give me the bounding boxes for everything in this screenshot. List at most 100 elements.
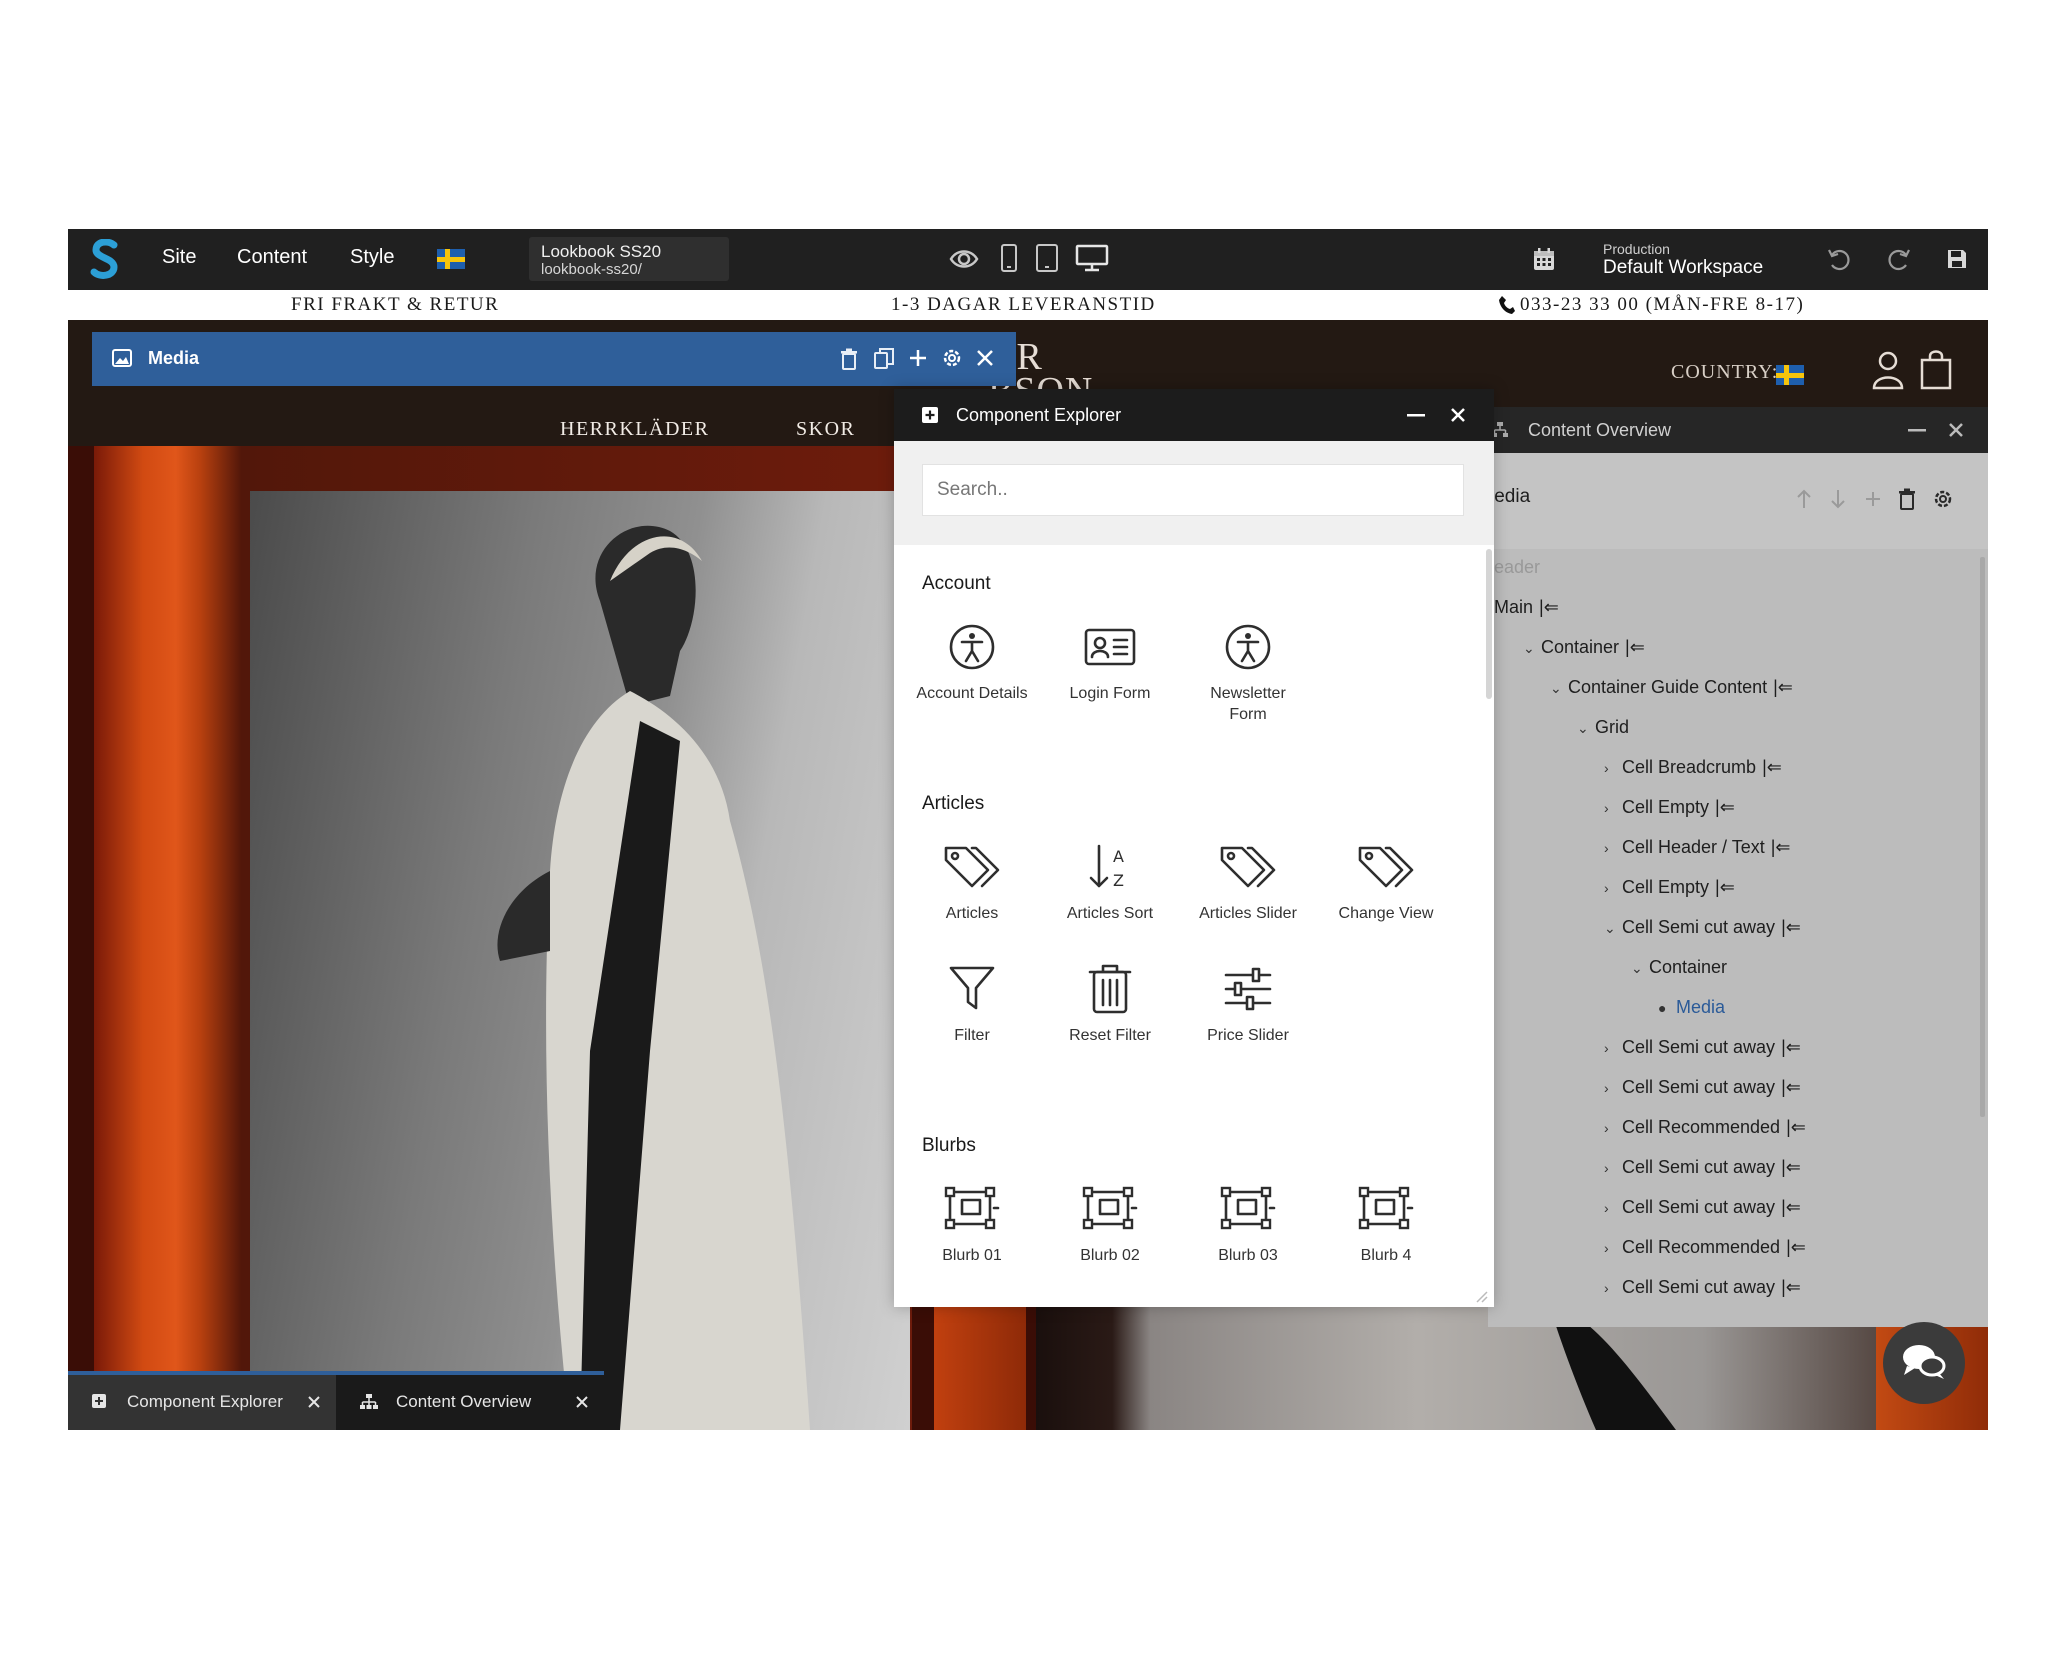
chevron-right-icon[interactable]: › <box>1604 840 1622 856</box>
media-panel-bar[interactable]: Media <box>92 332 1016 386</box>
page-selector[interactable]: Lookbook SS20 lookbook-ss20/ <box>529 237 729 281</box>
insert-into-icon[interactable]: |⇐ <box>1781 917 1801 937</box>
insert-into-icon[interactable]: |⇐ <box>1715 797 1735 817</box>
chevron-right-icon[interactable]: › <box>1604 1240 1622 1256</box>
country-flag-icon[interactable] <box>1776 365 1804 385</box>
chevron-right-icon[interactable]: › <box>1604 880 1622 896</box>
chevron-down-icon[interactable]: ⌄ <box>1550 680 1568 697</box>
tree-node[interactable]: ⌄ Container Guide Content |⇐ <box>1550 677 1793 707</box>
shopping-bag-icon[interactable] <box>1920 348 1952 390</box>
tree-node[interactable]: › Cell Semi cut away |⇐ <box>1604 1197 1801 1227</box>
insert-into-icon[interactable]: |⇐ <box>1786 1117 1806 1137</box>
chevron-right-icon[interactable]: › <box>1604 800 1622 816</box>
minimize-icon[interactable] <box>1407 414 1425 418</box>
close-icon[interactable] <box>576 1396 588 1408</box>
add-icon[interactable] <box>1864 490 1882 508</box>
insert-into-icon[interactable]: |⇐ <box>1762 757 1782 777</box>
component-explorer-header[interactable]: Component Explorer <box>894 389 1494 441</box>
chevron-down-icon[interactable]: ⌄ <box>1523 640 1541 657</box>
insert-into-icon[interactable]: |⇐ <box>1781 1277 1801 1297</box>
delete-icon[interactable] <box>840 348 858 370</box>
settings-gear-icon[interactable] <box>941 347 963 369</box>
tree-node[interactable]: ⌄ Grid <box>1577 717 1629 747</box>
component-item-price-slider[interactable]: Price Slider <box>1182 961 1314 1046</box>
chevron-down-icon[interactable]: ⌄ <box>1631 960 1649 977</box>
tree-node[interactable]: › Cell Empty |⇐ <box>1604 797 1735 827</box>
chevron-right-icon[interactable]: › <box>1604 1120 1622 1136</box>
nav-skor[interactable]: SKOR <box>796 418 855 441</box>
app-logo[interactable] <box>90 239 120 279</box>
tree-node[interactable]: › Cell Semi cut away |⇐ <box>1604 1077 1801 1107</box>
chevron-right-icon[interactable]: › <box>1604 760 1622 776</box>
settings-gear-icon[interactable] <box>1932 488 1954 510</box>
nav-herrklader[interactable]: HERRKLÄDER <box>560 418 709 441</box>
insert-into-icon[interactable]: |⇐ <box>1539 597 1559 617</box>
chevron-down-icon[interactable]: ⌄ <box>1577 720 1595 737</box>
resize-handle-icon[interactable] <box>1474 1289 1488 1303</box>
content-overview-header[interactable]: Content Overview <box>1488 407 1988 453</box>
language-flag-icon[interactable] <box>437 249 465 269</box>
chevron-right-icon[interactable]: › <box>1604 1280 1622 1296</box>
mobile-view-icon[interactable] <box>1000 243 1018 273</box>
tree-node[interactable]: › Cell Semi cut away |⇐ <box>1604 1157 1801 1187</box>
chat-button[interactable] <box>1883 1322 1965 1404</box>
menu-content[interactable]: Content <box>237 246 307 269</box>
component-item-articles[interactable]: Articles <box>906 839 1038 924</box>
tree-scrollbar[interactable] <box>1980 557 1985 1117</box>
component-item-newsletter-form[interactable]: Newsletter Form <box>1182 619 1314 725</box>
tree-node[interactable]: ⌄ Cell Semi cut away |⇐ <box>1604 917 1801 947</box>
close-icon[interactable] <box>308 1396 320 1408</box>
chevron-right-icon[interactable]: › <box>1604 1160 1622 1176</box>
insert-into-icon[interactable]: |⇐ <box>1781 1157 1801 1177</box>
chevron-right-icon[interactable]: › <box>1604 1080 1622 1096</box>
menu-site[interactable]: Site <box>162 246 196 269</box>
insert-into-icon[interactable]: |⇐ <box>1625 637 1645 657</box>
tree-node[interactable]: ⌄ Container <box>1631 957 1727 987</box>
menu-style[interactable]: Style <box>350 246 394 269</box>
move-up-icon[interactable] <box>1796 489 1812 509</box>
duplicate-icon[interactable] <box>874 348 894 370</box>
insert-into-icon[interactable]: |⇐ <box>1781 1037 1801 1057</box>
close-icon[interactable] <box>1948 422 1964 438</box>
close-icon[interactable] <box>1450 407 1466 423</box>
account-user-icon[interactable] <box>1871 350 1905 390</box>
insert-into-icon[interactable]: |⇐ <box>1781 1197 1801 1217</box>
chevron-right-icon[interactable]: › <box>1604 1040 1622 1056</box>
component-item-blurb-02[interactable]: Blurb 02 <box>1044 1181 1176 1266</box>
minimize-icon[interactable] <box>1908 429 1926 433</box>
component-item-articles-slider[interactable]: Articles Slider <box>1182 839 1314 924</box>
undo-icon[interactable] <box>1826 246 1852 272</box>
tree-node[interactable]: › Cell Empty |⇐ <box>1604 877 1735 907</box>
save-icon[interactable] <box>1946 248 1968 270</box>
insert-into-icon[interactable]: |⇐ <box>1773 677 1793 697</box>
component-item-change-view[interactable]: Change View <box>1320 839 1452 924</box>
tree-node[interactable]: › Cell Recommended |⇐ <box>1604 1117 1806 1147</box>
tree-node[interactable]: ⌄ Container |⇐ <box>1523 637 1645 667</box>
tree-node[interactable]: eader <box>1494 557 1540 587</box>
explorer-scrollbar[interactable] <box>1486 549 1492 699</box>
calendar-icon[interactable] <box>1533 247 1555 271</box>
component-item-reset-filter[interactable]: Reset Filter <box>1044 961 1176 1046</box>
component-item-login-form[interactable]: Login Form <box>1044 619 1176 704</box>
insert-into-icon[interactable]: |⇐ <box>1786 1237 1806 1257</box>
tree-node[interactable]: › Cell Semi cut away |⇐ <box>1604 1277 1801 1307</box>
tree-node[interactable]: › Cell Header / Text |⇐ <box>1604 837 1791 867</box>
tab-content-overview[interactable]: Content Overview <box>336 1375 604 1430</box>
tree-node[interactable]: › Cell Semi cut away |⇐ <box>1604 1037 1801 1067</box>
redo-icon[interactable] <box>1886 246 1912 272</box>
tab-component-explorer[interactable]: Component Explorer <box>68 1375 336 1430</box>
add-icon[interactable] <box>908 348 928 368</box>
move-down-icon[interactable] <box>1830 489 1846 509</box>
country-label[interactable]: COUNTRY: <box>1671 361 1778 384</box>
workspace-name[interactable]: Default Workspace <box>1603 257 1763 279</box>
tree-node[interactable]: Main |⇐ <box>1494 597 1559 627</box>
tree-node[interactable]: ● Media <box>1658 997 1725 1027</box>
component-item-blurb-03[interactable]: Blurb 03 <box>1182 1181 1314 1266</box>
tree-node[interactable]: › Cell Breadcrumb |⇐ <box>1604 757 1782 787</box>
close-icon[interactable] <box>976 349 994 367</box>
delete-icon[interactable] <box>1898 488 1916 510</box>
insert-into-icon[interactable]: |⇐ <box>1781 1077 1801 1097</box>
tree-node[interactable]: › Cell Recommended |⇐ <box>1604 1237 1806 1267</box>
component-item-blurb-01[interactable]: Blurb 01 <box>906 1181 1038 1266</box>
desktop-view-icon[interactable] <box>1075 244 1109 272</box>
